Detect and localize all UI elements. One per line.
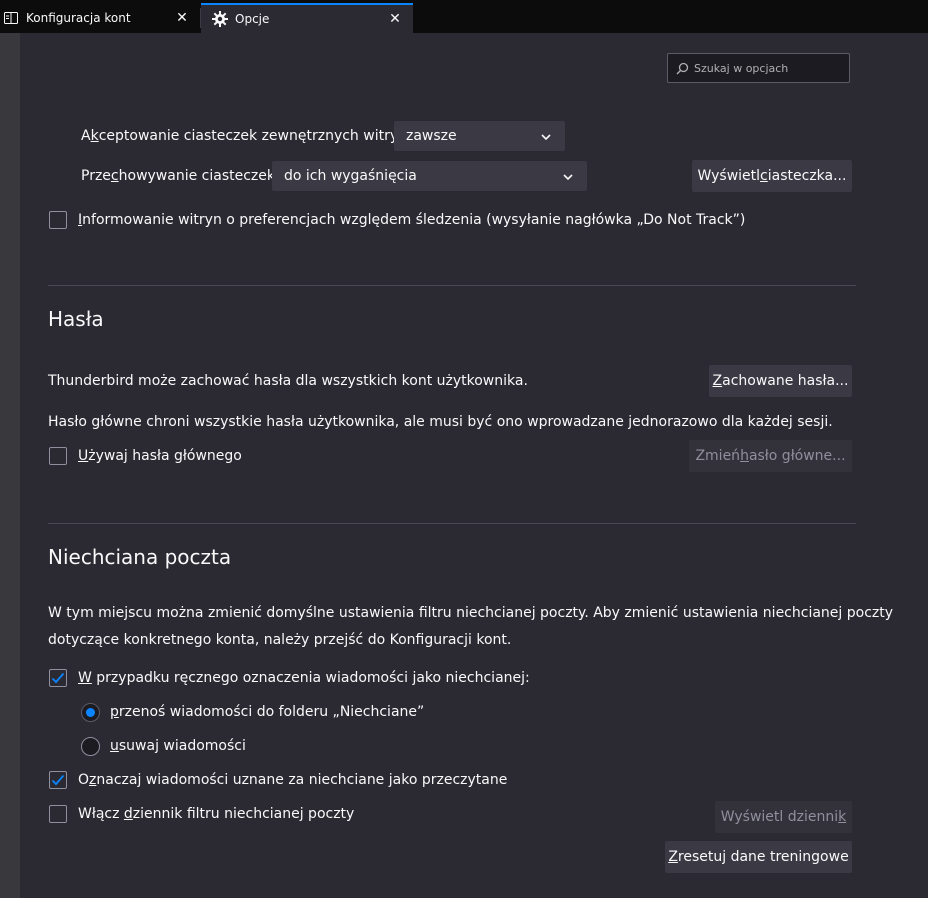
close-icon[interactable]: ✕ xyxy=(387,11,403,27)
reset-training-data-button[interactable]: Zresetuj dane treningowe xyxy=(665,841,852,873)
show-junk-log-button[interactable]: Wyświetl dzienni k xyxy=(715,801,852,833)
close-icon[interactable]: ✕ xyxy=(174,10,190,26)
manual-mark-label: W przypadku ręcznego oznaczenia wiadomoś… xyxy=(78,670,530,686)
manual-mark-checkbox[interactable] xyxy=(49,669,67,687)
select-value: zawsze xyxy=(406,128,457,144)
mark-read-label: Oznaczaj wiadomości uznane za niechciane… xyxy=(78,772,508,788)
search-icon xyxy=(676,61,690,75)
enable-junk-log-label: Włącz dziennik filtru niechcianej poczty xyxy=(78,806,355,822)
select-value: do ich wygaśnięcia xyxy=(284,168,417,184)
junk-description-line1: W tym miejscu można zmienić domyślne ust… xyxy=(48,605,894,621)
enable-junk-log-checkbox[interactable] xyxy=(49,805,67,823)
master-password-description: Hasło główne chroni wszystkie hasła użyt… xyxy=(48,414,833,430)
checkmark-icon xyxy=(51,774,65,786)
chevron-down-icon xyxy=(541,130,551,143)
junk-heading: Niechciana poczta xyxy=(48,545,232,569)
show-cookies-button[interactable]: Wyświetl c iasteczka... xyxy=(692,160,852,192)
section-divider xyxy=(48,285,856,286)
accept-cookies-label: Akceptowanie ciasteczek zewnętrznych wit… xyxy=(81,128,412,144)
move-to-junk-label: przenoś wiadomości do folderu „Niechcian… xyxy=(110,704,425,720)
gear-icon xyxy=(211,10,229,28)
dnt-checkbox[interactable] xyxy=(49,211,67,229)
passwords-description: Thunderbird może zachować hasła dla wszy… xyxy=(48,373,528,389)
tab-options[interactable]: Opcje ✕ xyxy=(201,3,413,33)
delete-message-radio[interactable] xyxy=(81,737,100,756)
tab-account-settings[interactable]: Konfiguracja kont ✕ xyxy=(0,3,200,33)
section-divider xyxy=(48,523,856,524)
checkmark-icon xyxy=(51,672,65,684)
change-master-password-button[interactable]: Zmień h asło główne... xyxy=(689,440,852,472)
passwords-heading: Hasła xyxy=(48,307,104,331)
delete-message-label: usuwaj wiadomości xyxy=(110,738,246,754)
move-to-junk-radio[interactable] xyxy=(81,703,100,722)
left-gutter xyxy=(0,33,20,898)
search-input[interactable] xyxy=(694,61,844,75)
use-master-password-checkbox[interactable] xyxy=(49,447,67,465)
tab-strip: Konfiguracja kont ✕ Opcje ✕ xyxy=(0,0,928,33)
keep-cookies-label: Przechowywanie ciasteczek: xyxy=(81,168,280,184)
keep-cookies-select[interactable]: do ich wygaśnięcia xyxy=(272,161,587,191)
accept-cookies-select[interactable]: zawsze xyxy=(394,121,565,151)
saved-passwords-button[interactable]: Zachowane hasła... xyxy=(709,365,852,397)
chevron-down-icon xyxy=(563,170,573,183)
use-master-password-label: Używaj hasła głównego xyxy=(78,448,242,464)
tab-label: Opcje xyxy=(235,12,270,26)
radio-dot xyxy=(86,708,95,717)
tab-label: Konfiguracja kont xyxy=(26,11,131,25)
search-box[interactable] xyxy=(667,53,850,83)
mark-read-checkbox[interactable] xyxy=(49,771,67,789)
junk-description-line2: dotyczące konkretnego konta, należy prze… xyxy=(48,632,512,648)
accounts-icon xyxy=(2,9,20,27)
dnt-label: Informowanie witryn o preferencjach wzgl… xyxy=(78,212,746,228)
